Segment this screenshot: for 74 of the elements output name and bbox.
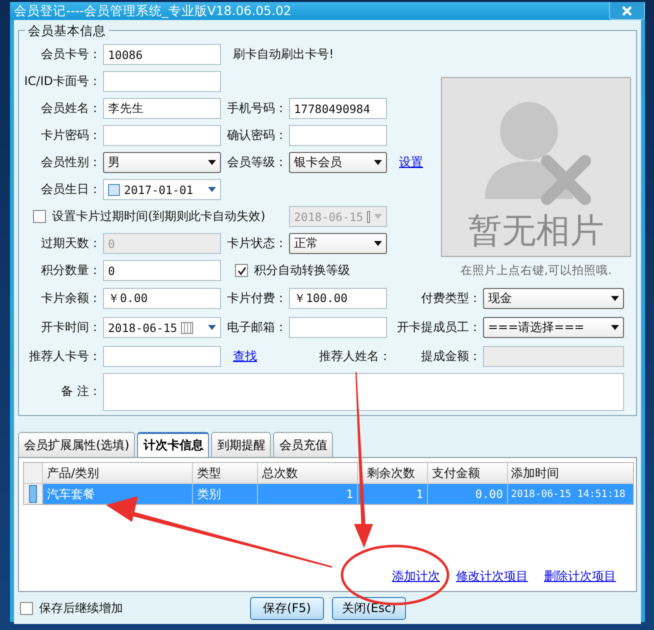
checkbox[interactable]: 积分自动转换等级 (227, 262, 350, 279)
group-legend: 会员基本信息 (25, 23, 109, 40)
input-field[interactable] (289, 125, 387, 146)
photo-caption: 在照片上点右键,可以拍照哦. (460, 263, 612, 278)
field-label: 卡片密码： (41, 127, 102, 144)
dialog-button[interactable]: 关闭(Esc) (332, 596, 406, 620)
field-label: 备 注： (61, 382, 102, 400)
column-header[interactable]: 产品/类别 (43, 463, 193, 483)
dropdown[interactable]: ===请选择=== (483, 317, 624, 338)
input-field[interactable]: ￥100.00 (289, 288, 387, 309)
input-field[interactable] (289, 317, 387, 338)
dropdown[interactable]: 正常 (289, 233, 387, 254)
action-link[interactable]: 添加计次 (386, 568, 440, 585)
field-label: 积分数量： (41, 262, 102, 279)
tab[interactable]: 会员扩展属性(选填) (18, 432, 136, 457)
no-photo-text: 暂无相片 (468, 212, 604, 250)
tab[interactable]: 会员充值 (273, 432, 334, 457)
notes-field[interactable] (103, 373, 624, 411)
field-label: 付费类型： (421, 290, 482, 307)
hint-text: 刷卡自动刷出卡号! (232, 46, 334, 63)
action-link[interactable]: 删除计次项目 (538, 568, 616, 585)
field-label: 确认密码： (227, 127, 288, 144)
table-cell: 1 (258, 484, 358, 504)
date-picker[interactable]: 2018-06-15 (103, 317, 221, 338)
column-header[interactable]: 类型 (193, 463, 258, 483)
field-label: 会员姓名： (41, 100, 102, 117)
field-label: 提成金额： (421, 348, 482, 365)
field-label: 推荐人姓名： (319, 348, 392, 365)
input-field[interactable]: 17780490984 (289, 98, 387, 119)
input-field[interactable]: 0 (103, 260, 221, 281)
field-label: 卡片付费： (227, 290, 288, 307)
dialog-button[interactable]: 保存(F5) (250, 596, 324, 620)
field-label: 过期天数： (41, 235, 102, 252)
action-link[interactable]: 修改计次项目 (450, 568, 528, 585)
column-header[interactable]: 总次数 (258, 463, 358, 483)
check-icon (236, 266, 246, 276)
input-field[interactable] (103, 71, 221, 92)
checkbox[interactable]: 设置卡片过期时间(到期则此卡自动失效) (25, 208, 266, 225)
dropdown[interactable]: 银卡会员 (289, 152, 387, 173)
field-label: 会员生日： (41, 181, 102, 198)
field-label: 卡片状态： (227, 235, 288, 252)
input-field[interactable] (103, 346, 221, 367)
field-label: 会员等级： (227, 154, 288, 171)
field-label: 电子邮箱： (227, 319, 288, 336)
field-label: IC/ID卡面号： (24, 73, 102, 90)
field-label: 会员卡号： (41, 46, 102, 63)
field-label: 卡片余额： (41, 290, 102, 307)
field-label: 推荐人卡号： (29, 348, 102, 365)
dropdown[interactable]: 男 (103, 152, 221, 173)
link[interactable]: 设置 (393, 154, 423, 171)
column-header[interactable]: 支付金额 (428, 463, 508, 483)
input-field[interactable]: ￥0.00 (103, 288, 221, 309)
field-label: 开卡时间： (41, 319, 102, 336)
close-button[interactable] (609, 2, 645, 20)
date-picker[interactable]: 2017-01-01 (103, 179, 221, 200)
window-title: 会员登记----会员管理系统_专业版V18.06.05.02 (14, 2, 292, 20)
table-cell: 0.00 (428, 484, 508, 504)
table-cell: 1 (358, 484, 428, 504)
search-link[interactable]: 查找 (227, 348, 257, 365)
field-label: 会员性别： (41, 154, 102, 171)
continue-checkbox[interactable]: 保存后继续增加 (18, 600, 250, 616)
input-field[interactable]: 李先生 (103, 98, 221, 119)
input-field[interactable]: 10086 (103, 44, 221, 65)
field-label: 开卡提成员工： (397, 319, 482, 336)
column-header[interactable]: 添加时间 (508, 463, 633, 483)
close-icon (621, 6, 633, 16)
table-cell: 2018-06-15 14:51:18 (508, 484, 633, 504)
table-cell: 类别 (193, 484, 258, 504)
input-field[interactable] (103, 125, 221, 146)
field-label: 手机号码： (227, 100, 288, 117)
tab[interactable]: 到期提醒 (211, 432, 272, 457)
dropdown[interactable]: 现金 (483, 288, 624, 309)
tab[interactable]: 计次卡信息 (137, 432, 210, 457)
table-cell: 汽车套餐 (43, 484, 193, 504)
